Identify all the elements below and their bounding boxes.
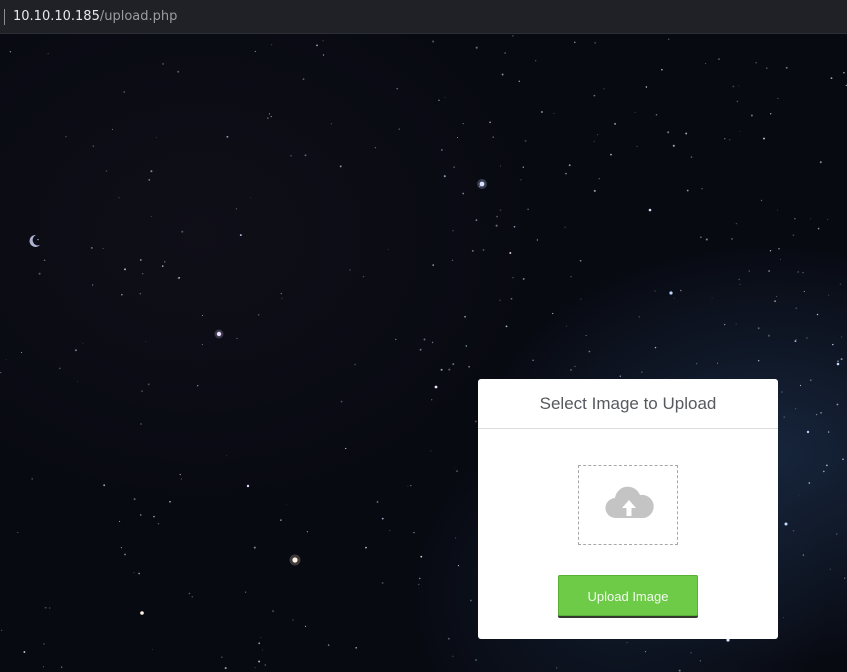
url-field[interactable]: 10.10.10.185/upload.php [13,9,177,25]
text-cursor [4,9,5,25]
card-title: Select Image to Upload [478,379,778,429]
upload-card: Select Image to Upload Upload Image [478,379,778,639]
file-drop-zone[interactable] [578,465,678,545]
url-host: 10.10.10.185 [13,9,100,24]
address-bar[interactable]: 10.10.10.185/upload.php [0,0,847,34]
upload-image-button[interactable]: Upload Image [558,575,698,616]
url-path: /upload.php [99,9,178,24]
cloud-upload-icon [605,486,654,519]
